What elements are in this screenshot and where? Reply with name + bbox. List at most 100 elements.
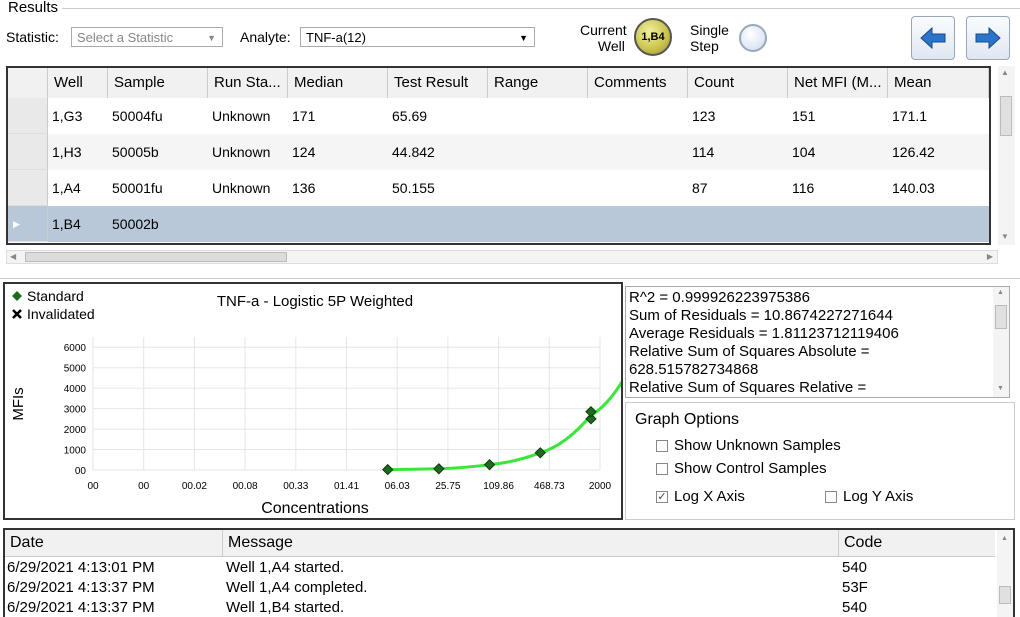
column-header[interactable]: Date <box>5 530 223 556</box>
column-header[interactable]: Count <box>688 68 788 98</box>
show-control-samples-checkbox[interactable] <box>656 463 668 475</box>
message-log: Date Message Code 6/29/2021 4:13:01 PM W… <box>3 528 1015 617</box>
current-well-button[interactable]: 1,B4 <box>634 18 672 56</box>
analyte-select-value: TNF-a(12) <box>306 30 366 45</box>
log-code: 540 <box>842 599 868 616</box>
grid-corner <box>8 68 48 98</box>
y-tick-label: 1000 <box>64 446 87 457</box>
column-header[interactable]: Sample <box>108 68 208 98</box>
show-unknown-samples-checkbox[interactable] <box>656 440 668 452</box>
cell-run-status: Unknown <box>212 180 271 196</box>
log-date: 6/29/2021 4:13:01 PM <box>7 559 155 576</box>
results-grid: Well Sample Run Sta... Median Test Resul… <box>6 66 991 245</box>
column-header[interactable]: Test Result <box>388 68 488 98</box>
column-header[interactable]: Net MFI (M... <box>788 68 888 98</box>
cell-mean: 171.1 <box>892 108 928 124</box>
cell-run-status: Unknown <box>212 144 271 160</box>
x-axis-label: Concentrations <box>261 500 369 517</box>
single-step-label-line1: Single <box>690 22 729 38</box>
fit-statistics-box[interactable]: R^2 = 0.999926223975386 Sum of Residuals… <box>625 286 1010 398</box>
table-row[interactable]: 1,A4 50001fu Unknown 136 50.155 87 116 1… <box>8 170 989 206</box>
scroll-down-icon[interactable]: ▼ <box>1001 232 1009 241</box>
stat-line: Sum of Residuals = 10.8674227271644 <box>629 307 893 324</box>
scroll-thumb[interactable] <box>25 252 287 262</box>
x-tick-label: 25.75 <box>435 481 460 492</box>
legend-label: Invalidated <box>27 306 95 322</box>
stats-scrollbar[interactable]: ▲ ▼ <box>993 287 1009 397</box>
grid-horizontal-scrollbar[interactable]: ◀ ▶ <box>6 250 998 264</box>
x-tick-label: 00 <box>87 481 99 492</box>
cell-count: 114 <box>692 144 715 160</box>
graph-options-group: Graph Options Show Unknown Samples Show … <box>625 402 1015 520</box>
log-row[interactable]: 6/29/2021 4:13:37 PM Well 1,A4 completed… <box>5 579 995 599</box>
column-header[interactable]: Mean <box>888 68 989 98</box>
current-well-label-line2: Well <box>597 38 625 54</box>
chart-title: TNF-a - Logistic 5P Weighted <box>217 293 413 310</box>
y-tick-label: 3000 <box>64 405 87 416</box>
log-row[interactable]: 6/29/2021 4:13:37 PM Well 1,B4 started. … <box>5 599 995 617</box>
cell-sample: 50004fu <box>112 108 163 124</box>
legend-marker-diamond <box>12 291 22 301</box>
column-header[interactable]: Comments <box>588 68 688 98</box>
column-header[interactable]: Range <box>488 68 588 98</box>
log-message: Well 1,A4 started. <box>226 559 345 576</box>
cell-sample: 50001fu <box>112 180 163 196</box>
column-header[interactable]: Well <box>48 68 108 98</box>
column-header[interactable]: Median <box>288 68 388 98</box>
scroll-up-icon[interactable]: ▲ <box>1001 535 1008 542</box>
row-header[interactable] <box>8 134 48 170</box>
statistic-select-value: Select a Statistic <box>77 30 174 45</box>
statistic-select[interactable]: Select a Statistic ▼ <box>71 27 223 47</box>
cell-median: 171 <box>292 108 316 124</box>
row-header[interactable] <box>8 170 48 206</box>
scroll-thumb[interactable] <box>995 305 1007 329</box>
next-button[interactable] <box>966 16 1010 60</box>
table-row[interactable]: 1,G3 50004fu Unknown 171 65.69 123 151 1… <box>8 98 989 134</box>
table-row[interactable]: 1,H3 50005b Unknown 124 44.842 114 104 1… <box>8 134 989 170</box>
single-step-label: Single Step <box>690 22 729 54</box>
standard-curve-chart-panel: 00 1000 2000 3000 4000 5000 6000 00 00 00.02 00.08… <box>3 282 648 520</box>
cell-count: 87 <box>692 180 708 196</box>
x-tick-label: 01.41 <box>334 481 359 492</box>
log-x-axis-label: Log X Axis <box>674 488 745 505</box>
cell-well: 1,H3 <box>52 144 82 160</box>
y-tick-label: 5000 <box>64 364 87 375</box>
log-code: 53F <box>842 579 868 596</box>
scroll-down-icon[interactable]: ▼ <box>997 385 1004 392</box>
cell-well: 1,G3 <box>52 108 83 124</box>
log-y-axis-checkbox[interactable] <box>825 491 837 503</box>
x-tick-label: 00.08 <box>233 481 258 492</box>
cell-run-status: Unknown <box>212 108 271 124</box>
column-header[interactable]: Run Sta... <box>208 68 288 98</box>
scroll-up-icon[interactable]: ▲ <box>997 289 1004 296</box>
log-code: 540 <box>842 559 868 576</box>
cell-well: 1,B4 <box>52 216 81 232</box>
table-row-selected[interactable]: ▶ 1,B4 50002b <box>8 206 989 242</box>
scroll-up-icon[interactable]: ▲ <box>1001 68 1009 77</box>
log-x-axis-checkbox[interactable]: ✓ <box>656 491 668 503</box>
scroll-thumb[interactable] <box>1000 96 1012 136</box>
row-header[interactable] <box>8 98 48 134</box>
log-scrollbar[interactable]: ▲ <box>997 530 1013 617</box>
log-message: Well 1,A4 completed. <box>226 579 368 596</box>
cell-count: 123 <box>692 108 716 124</box>
analyte-select[interactable]: TNF-a(12) ▼ <box>300 27 535 47</box>
scroll-thumb[interactable] <box>999 586 1011 604</box>
graph-options-title: Graph Options <box>635 411 740 428</box>
x-tick-label: 06.03 <box>385 481 410 492</box>
log-row[interactable]: 6/29/2021 4:13:01 PM Well 1,A4 started. … <box>5 559 995 579</box>
cell-mean: 140.03 <box>892 180 935 196</box>
column-header[interactable]: Message <box>223 530 839 556</box>
scroll-left-icon[interactable]: ◀ <box>10 251 16 263</box>
log-date: 6/29/2021 4:13:37 PM <box>7 599 155 616</box>
log-y-axis-label: Log Y Axis <box>843 488 914 505</box>
column-header[interactable]: Code <box>839 530 995 556</box>
y-tick-label: 2000 <box>64 425 87 436</box>
previous-button[interactable] <box>911 16 955 60</box>
grid-vertical-scrollbar[interactable]: ▲ ▼ <box>998 66 1015 245</box>
arrow-right-icon <box>975 27 1001 49</box>
cell-net-mfi: 116 <box>792 180 815 196</box>
scroll-right-icon[interactable]: ▶ <box>987 251 993 263</box>
row-header[interactable]: ▶ <box>8 206 48 242</box>
single-step-toggle[interactable] <box>739 24 767 52</box>
